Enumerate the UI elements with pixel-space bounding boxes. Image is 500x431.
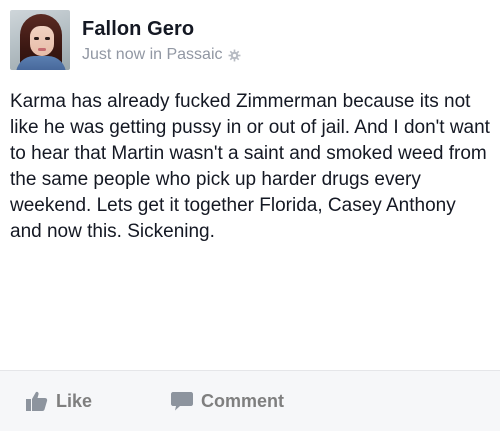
post-card: Fallon Gero Just now in Passaic Karma ha… bbox=[0, 0, 500, 431]
avatar[interactable] bbox=[10, 10, 70, 70]
post-body: Karma has already fucked Zimmerman becau… bbox=[10, 91, 490, 242]
like-label: Like bbox=[56, 390, 93, 411]
comment-button[interactable]: Comment bbox=[171, 390, 284, 412]
like-button[interactable]: Like bbox=[26, 390, 92, 412]
thumbs-up-icon bbox=[26, 391, 48, 411]
avatar-lips bbox=[38, 48, 46, 51]
comment-bubble-icon bbox=[171, 391, 193, 411]
action-bar: Like Comment bbox=[0, 371, 500, 431]
avatar-face bbox=[30, 26, 54, 56]
post-meta: Just now in Passaic bbox=[82, 46, 241, 64]
comment-label: Comment bbox=[201, 390, 285, 411]
author-name[interactable]: Fallon Gero bbox=[82, 18, 194, 41]
post-header: Fallon Gero Just now in Passaic bbox=[10, 10, 490, 72]
post-meta-text: Just now in Passaic bbox=[82, 46, 223, 63]
avatar-eye-left bbox=[34, 37, 39, 40]
avatar-eye-right bbox=[45, 37, 50, 40]
gear-icon[interactable] bbox=[228, 49, 241, 62]
